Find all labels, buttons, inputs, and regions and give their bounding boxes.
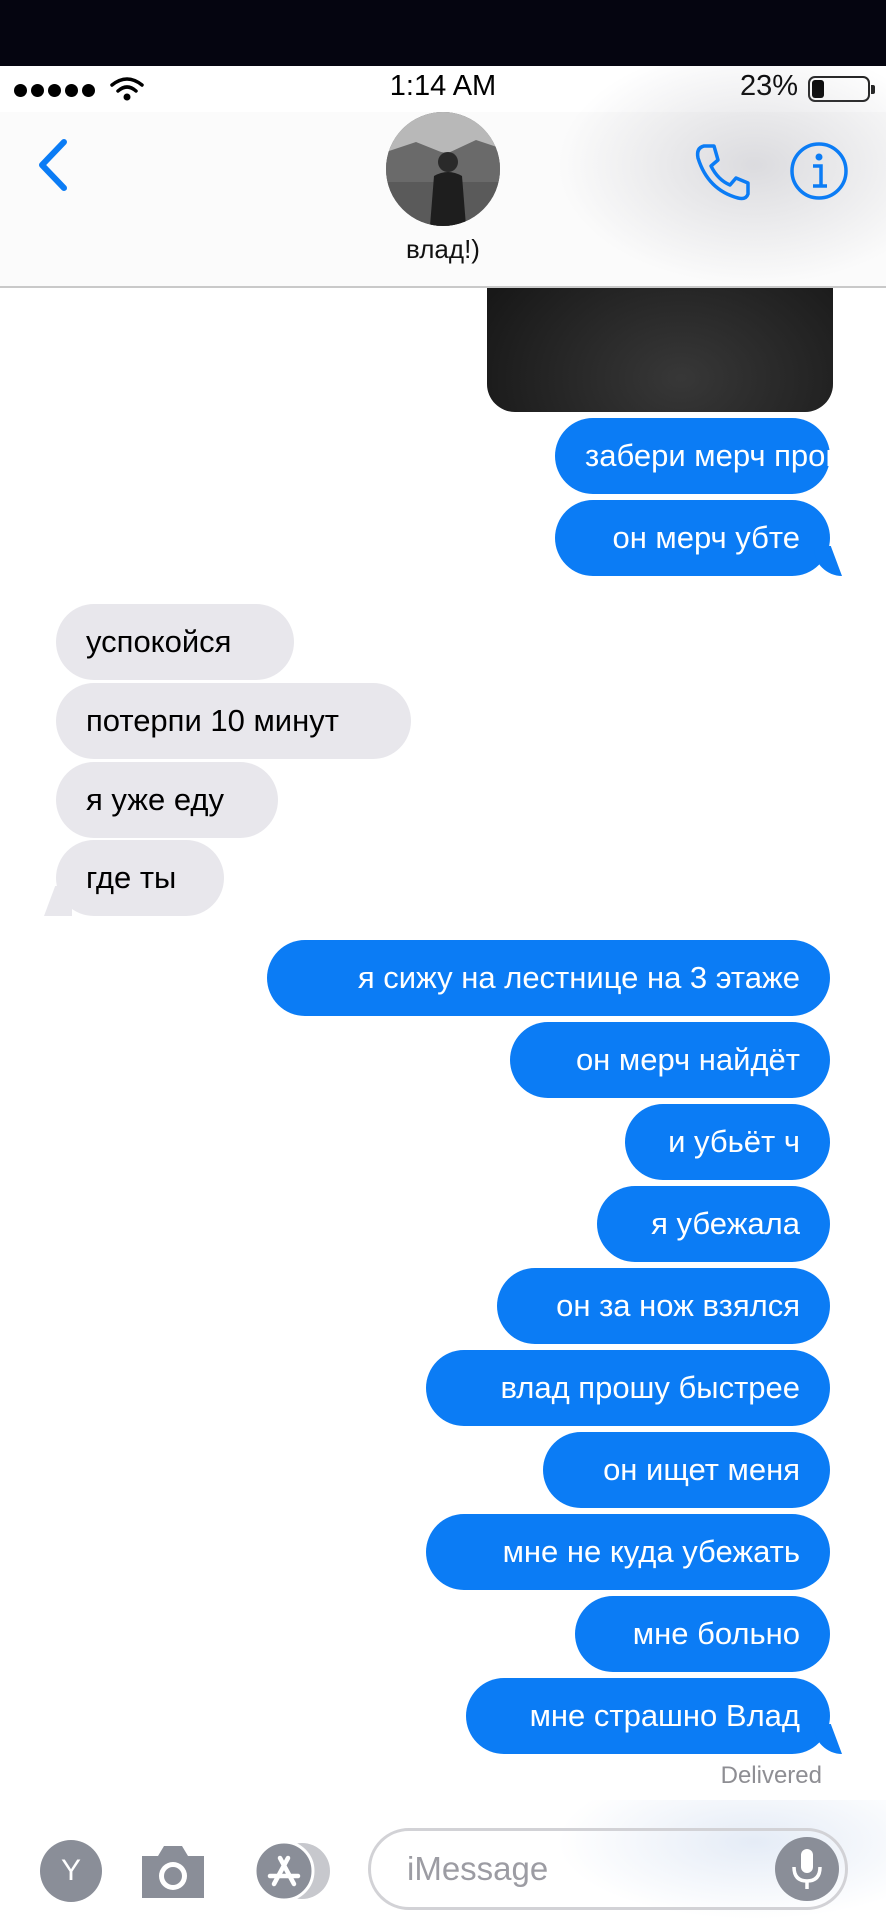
- battery-icon: [808, 76, 875, 102]
- outgoing-message[interactable]: и убьёт ч: [625, 1104, 830, 1180]
- battery-percent: 23%: [739, 70, 798, 102]
- input-placeholder: iMessage: [407, 1850, 549, 1887]
- imessage-input[interactable]: iMessage: [368, 1828, 848, 1910]
- status-bar: 1:14 AM 23%: [0, 66, 886, 112]
- incoming-message[interactable]: успокойся: [56, 604, 294, 680]
- info-icon[interactable]: [788, 140, 850, 202]
- outgoing-message[interactable]: мне страшно Влад: [466, 1678, 830, 1754]
- microphone-button[interactable]: [775, 1837, 839, 1901]
- back-chevron-icon[interactable]: [30, 134, 80, 196]
- outgoing-message[interactable]: он ищет меня: [543, 1432, 830, 1508]
- outgoing-message[interactable]: мне не куда убежать: [426, 1514, 830, 1590]
- top-band: [0, 0, 886, 66]
- outgoing-message[interactable]: я сижу на лестнице на 3 этаже: [267, 940, 830, 1016]
- message-input-bar: Y iMessage: [0, 1800, 886, 1920]
- photo-message[interactable]: [487, 288, 833, 412]
- incoming-message[interactable]: я уже еду: [56, 762, 278, 838]
- outgoing-message[interactable]: мне больно: [575, 1596, 830, 1672]
- outgoing-message[interactable]: он мерч найдёт: [510, 1022, 830, 1098]
- incoming-message[interactable]: где ты: [56, 840, 224, 916]
- microphone-icon: [792, 1849, 822, 1889]
- outgoing-message[interactable]: забери мерч прошуч: [555, 418, 882, 494]
- app-shortcut-button[interactable]: Y: [40, 1840, 102, 1902]
- incoming-message[interactable]: потерпи 10 минут: [56, 683, 411, 759]
- battery-fill: [812, 80, 824, 98]
- conversation-header: влад!): [0, 66, 886, 288]
- outgoing-message[interactable]: я убежала: [597, 1186, 830, 1262]
- phone-icon[interactable]: [690, 140, 754, 204]
- outgoing-message[interactable]: он за нож взялся: [497, 1268, 830, 1344]
- app-store-icon[interactable]: [250, 1840, 334, 1902]
- camera-icon[interactable]: [138, 1838, 208, 1904]
- outgoing-message[interactable]: влад прошу быстрее: [426, 1350, 830, 1426]
- contact-avatar[interactable]: [386, 112, 500, 226]
- delivered-status: Delivered: [720, 1762, 822, 1789]
- outgoing-message[interactable]: он мерч убте: [555, 500, 830, 576]
- contact-name[interactable]: влад!): [0, 234, 886, 265]
